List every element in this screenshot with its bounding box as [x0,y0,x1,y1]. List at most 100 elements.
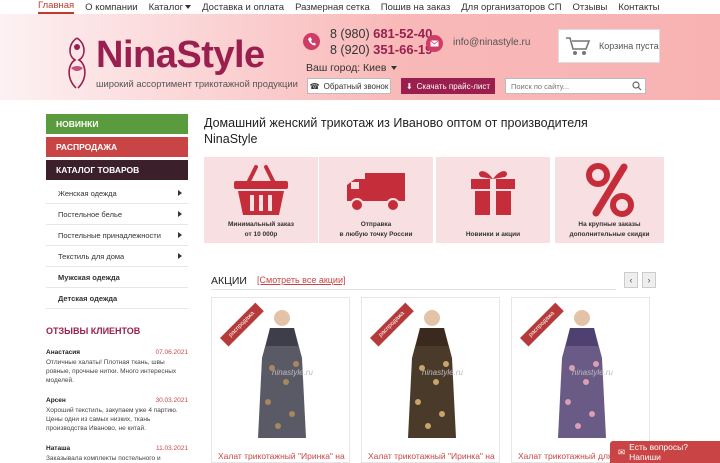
logo-tagline: широкий ассортимент трикотажной продукци… [96,78,298,89]
download-icon: ⬇ [405,81,413,91]
phone-1[interactable]: 8 (980) 681-52-40 [330,26,432,42]
catalog-list: Женская одежда Постельное белье Постельн… [46,183,188,309]
chevron-right-icon [178,232,182,238]
basket-icon [234,165,288,215]
nav-item-reviews[interactable]: Отзывы [573,2,608,13]
nav-item-catalog[interactable]: Каталог [149,2,192,13]
carousel-next-button[interactable]: › [642,272,656,288]
nav-item-about[interactable]: О компании [85,2,137,13]
phone-numbers: 8 (980) 681-52-40 8 (920) 351-66-19 [330,26,432,58]
callback-button[interactable]: ☎ Обратный звонок [307,78,391,94]
nav-item-size-chart[interactable]: Размерная сетка [295,2,370,13]
cart-widget[interactable]: Корзина пуста [558,29,660,63]
email-link[interactable]: info@ninastyle.ru [453,37,530,48]
review-date: 30.03.2021 [155,397,188,404]
sidebar-item-kids[interactable]: Детская одежда [46,288,188,309]
feature-new-and-sales: Новинки и акции [436,157,550,243]
cart-label: Корзина пуста [599,41,659,51]
cart-icon [566,37,591,55]
nav-item-contacts[interactable]: Контакты [618,2,659,13]
feature-line1: Новинки и акции [465,231,521,238]
sidebar-item-label: Постельные принадлежности [58,230,161,240]
product-name[interactable]: Халат трикотажный "Иринка" на [218,451,345,461]
product-name[interactable]: Халат трикотажный для бе [518,451,624,461]
nav-item-custom-tailoring[interactable]: Пошив на заказ [381,2,450,13]
review-date: 11.03.2021 [155,445,188,452]
feature-min-order: Минимальный заказ от 10 000р [204,157,318,243]
chevron-right-icon [178,211,182,217]
review-author: Анастасия [46,349,81,356]
review-item: Анастасия 07.06.2021 Отличные халаты! Пло… [46,348,188,385]
nav-item-catalog-label: Каталог [148,1,184,13]
carousel-prev-button[interactable]: ‹ [624,272,638,288]
phone-icon: ☎ [309,81,320,91]
feature-line2: от 10 000р [244,231,278,238]
product-name[interactable]: Халат трикотажный "Иринка" на [368,451,495,461]
city-value: Киев [363,62,387,74]
nav-item-organizers[interactable]: Для организаторов СП [461,2,561,13]
sidebar-item-label: Женская одежда [58,188,117,198]
review-text: Хороший текстиль, закупаем уже 4 партию.… [46,407,178,432]
feature-line2: дополнительные скидки [569,231,650,238]
sidebar-item-bed-accessories[interactable]: Постельные принадлежности [46,225,188,246]
search-input[interactable] [511,81,621,91]
product-card[interactable]: распродажа ninastyle.ru Халат трикотажны… [211,297,350,463]
review-item: Наташа 11.03.2021 Заказывала комплекты по… [46,444,188,463]
search-box [505,78,646,94]
review-text: Заказывала комплекты постельного и [46,455,161,462]
review-item: Арсен 30.03.2021 Хороший текстиль, закупа… [46,396,188,433]
phone-1-prefix: 8 (980) [330,27,370,41]
watermark: ninastyle.ru [272,368,313,377]
feature-line2: в любую точку России [339,231,413,238]
feature-line1: Минимальный заказ [227,221,294,228]
search-icon[interactable] [632,81,642,91]
gift-icon [471,171,515,215]
chat-widget-button[interactable]: ✉ Есть вопросы? Напиши [610,441,720,463]
sidebar-item-label: Постельное белье [58,209,123,219]
chevron-down-icon [185,4,192,9]
sidebar-new-button[interactable]: НОВИНКИ [46,114,188,134]
pricelist-label: Скачать прайс-лист [416,81,491,91]
top-navigation: Главная О компании Каталог Доставка и оп… [0,0,720,14]
city-label: Ваш город: [306,62,361,74]
sidebar-item-label: Текстиль для дома [58,251,125,261]
phone-2-prefix: 8 (920) [330,43,370,57]
chat-label: Есть вопросы? Напиши [629,442,688,462]
feature-line1: На крупные заказы [578,221,641,228]
chevron-right-icon [178,190,182,196]
logo-icon [68,37,86,89]
nav-item-delivery[interactable]: Доставка и оплата [202,2,284,13]
sidebar-item-label: Мужская одежда [58,272,120,282]
phone-2[interactable]: 8 (920) 351-66-19 [330,42,432,58]
reviews-title: ОТЗЫВЫ КЛИЕНТОВ [46,326,141,336]
sidebar-catalog-header[interactable]: КАТАЛОГ ТОВАРОВ [46,160,188,180]
feature-delivery: Отправка в любую точку России [319,157,433,243]
phone-1-number: 681-52-40 [373,26,433,41]
phone-icon [303,33,320,50]
feature-discounts: На крупные заказы дополнительные скидки [555,157,664,243]
review-author: Арсен [46,397,66,404]
watermark: ninastyle.ru [572,368,613,377]
logo-text[interactable]: NinaStyle [96,34,265,77]
download-pricelist-button[interactable]: ⬇ Скачать прайс-лист [401,78,495,94]
sidebar-sale-button[interactable]: РАСПРОДАЖА [46,137,188,157]
sidebar-item-mens[interactable]: Мужская одежда [46,267,188,288]
product-card[interactable]: распродажа ninastyle.ru Халат трикотажны… [511,297,650,463]
feature-line1: Отправка [360,221,392,228]
sidebar-item-label: Детская одежда [58,293,118,303]
nav-item-home[interactable]: Главная [38,0,75,14]
sidebar-item-bedding[interactable]: Постельное белье [46,204,188,225]
product-card[interactable]: распродажа ninastyle.ru Халат трикотажны… [361,297,500,463]
city-selector[interactable]: Ваш город: Киев [306,62,398,74]
sidebar-item-womens[interactable]: Женская одежда [46,183,188,204]
chevron-right-icon [178,253,182,259]
mail-icon [426,35,443,52]
review-date: 07.06.2021 [155,349,188,356]
sidebar-item-home-textile[interactable]: Текстиль для дома [46,246,188,267]
page-title: Домашний женский трикотаж из Иваново опт… [204,116,588,146]
sidebar: НОВИНКИ РАСПРОДАЖА КАТАЛОГ ТОВАРОВ Женск… [46,114,188,309]
view-all-promos-link[interactable]: [Смотреть все акции] [257,275,345,285]
chat-icon: ✉ [618,446,626,457]
section-divider [211,289,616,290]
phone-2-number: 351-66-19 [373,42,433,57]
